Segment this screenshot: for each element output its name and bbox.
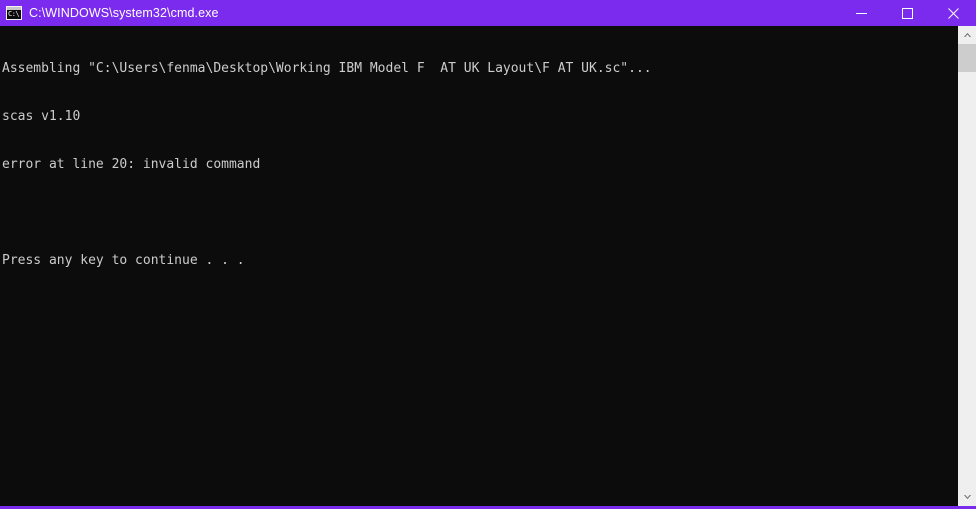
window-controls [838, 0, 976, 26]
minimize-button[interactable] [838, 0, 884, 26]
console-line: Press any key to continue . . . [2, 253, 245, 268]
minimize-icon [855, 8, 867, 19]
cmd-icon: C:\ [6, 6, 22, 20]
console-line: scas v1.10 [2, 109, 81, 124]
console-output-area[interactable]: Assembling "C:\Users\fenma\Desktop\Worki… [0, 26, 958, 506]
maximize-icon [901, 7, 913, 19]
close-icon [947, 7, 959, 19]
console-line: error at line 20: invalid command [2, 157, 261, 172]
scroll-down-arrow-icon [963, 494, 972, 500]
vertical-scrollbar[interactable] [958, 26, 976, 506]
close-button[interactable] [930, 0, 976, 26]
cmd-window: C:\ C:\WINDOWS\system32\cmd.exe Assembli… [0, 0, 976, 509]
maximize-button[interactable] [884, 0, 930, 26]
scroll-down-button[interactable] [958, 488, 976, 506]
scrollbar-thumb[interactable] [958, 44, 976, 72]
window-title: C:\WINDOWS\system32\cmd.exe [29, 6, 219, 20]
scroll-up-arrow-icon [963, 32, 972, 38]
console-lines: Assembling "C:\Users\fenma\Desktop\Worki… [0, 26, 958, 301]
console-line: Assembling "C:\Users\fenma\Desktop\Worki… [2, 61, 652, 76]
scroll-up-button[interactable] [958, 26, 976, 44]
cmd-icon-prompt-text: C:\ [8, 10, 20, 18]
title-bar[interactable]: C:\ C:\WINDOWS\system32\cmd.exe [0, 0, 976, 26]
